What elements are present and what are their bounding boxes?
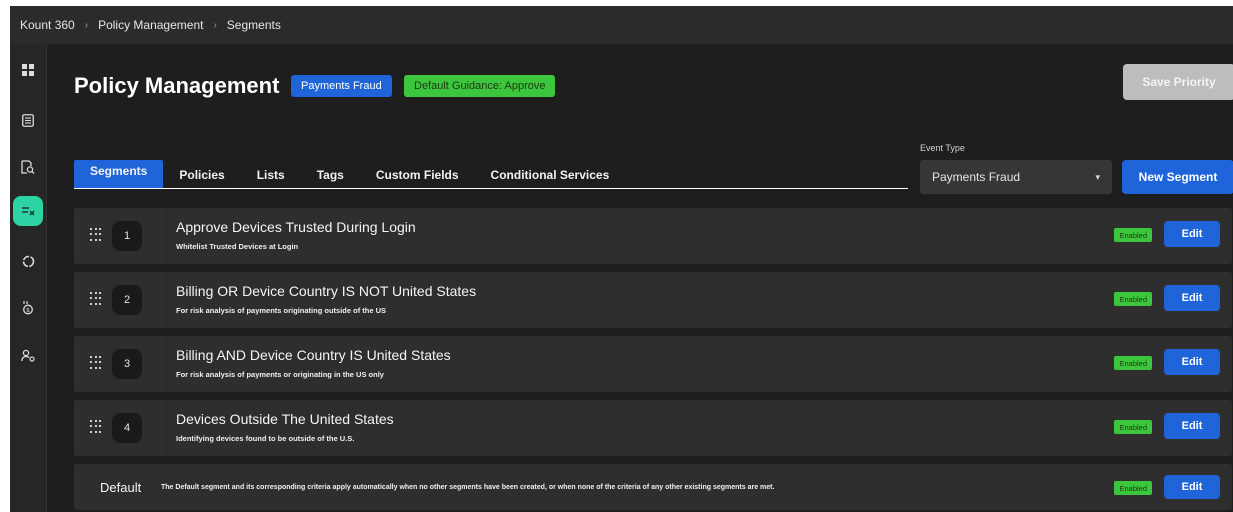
drag-dots-icon[interactable] bbox=[90, 228, 102, 242]
event-type-label: Event Type bbox=[920, 143, 965, 153]
tab-lists[interactable]: Lists bbox=[241, 162, 301, 188]
save-priority-button[interactable]: Save Priority bbox=[1123, 64, 1233, 100]
drag-handle[interactable]: 4 bbox=[74, 400, 167, 456]
tab-tags[interactable]: Tags bbox=[301, 162, 360, 188]
drag-dots-icon[interactable] bbox=[90, 420, 102, 434]
tab-policies[interactable]: Policies bbox=[163, 162, 240, 188]
default-segment-description: The Default segment and its correspondin… bbox=[161, 484, 775, 491]
edit-button[interactable]: Edit bbox=[1164, 285, 1220, 311]
chevron-down-icon: ▾ bbox=[1095, 171, 1100, 182]
segment-title: Billing AND Device Country IS United Sta… bbox=[176, 347, 451, 363]
segment-row[interactable]: 2 Billing OR Device Country IS NOT Unite… bbox=[74, 272, 1232, 328]
app-window: Kount 360 › Policy Management › Segments… bbox=[10, 6, 1233, 512]
status-badge: Enabled bbox=[1114, 420, 1152, 434]
svg-text:$: $ bbox=[26, 307, 30, 314]
drag-handle[interactable]: 2 bbox=[74, 272, 167, 328]
status-badge: Enabled bbox=[1114, 292, 1152, 306]
segment-row[interactable]: 1 Approve Devices Trusted During Login W… bbox=[74, 208, 1232, 264]
segment-title: Billing OR Device Country IS NOT United … bbox=[176, 283, 477, 299]
list-icon[interactable] bbox=[16, 108, 40, 132]
segment-row[interactable]: 4 Devices Outside The United States Iden… bbox=[74, 400, 1232, 456]
event-type-value: Payments Fraud bbox=[932, 170, 1021, 184]
tab-conditional-services[interactable]: Conditional Services bbox=[475, 162, 626, 188]
segment-description: For risk analysis of payments or origina… bbox=[176, 370, 384, 379]
breadcrumb: Kount 360 › Policy Management › Segments bbox=[10, 6, 1233, 44]
breadcrumb-kount360[interactable]: Kount 360 bbox=[10, 18, 75, 32]
segment-priority-number: 4 bbox=[112, 413, 142, 443]
main-content: Policy Management Payments Fraud Default… bbox=[46, 44, 1233, 512]
users-gear-icon[interactable] bbox=[16, 343, 40, 367]
new-segment-button[interactable]: New Segment bbox=[1122, 160, 1233, 194]
segment-priority-number: 2 bbox=[112, 285, 142, 315]
payments-fraud-badge: Payments Fraud bbox=[291, 75, 392, 97]
sidebar: $ bbox=[10, 44, 47, 512]
segment-description: Identifying devices found to be outside … bbox=[176, 434, 355, 443]
default-guidance-badge: Default Guidance: Approve bbox=[404, 75, 556, 97]
page-title: Policy Management bbox=[74, 73, 280, 98]
circle-icon[interactable] bbox=[16, 249, 40, 273]
status-badge: Enabled bbox=[1114, 356, 1152, 370]
edit-button[interactable]: Edit bbox=[1164, 349, 1220, 375]
status-badge: Enabled bbox=[1114, 228, 1152, 242]
default-segment-row[interactable]: Default The Default segment and its corr… bbox=[74, 464, 1232, 510]
segment-description: Whitelist Trusted Devices at Login bbox=[176, 242, 299, 251]
breadcrumb-policy-management[interactable]: Policy Management bbox=[98, 18, 203, 32]
segment-title: Approve Devices Trusted During Login bbox=[176, 219, 416, 235]
policy-icon[interactable] bbox=[13, 196, 43, 226]
drag-handle[interactable]: 1 bbox=[74, 208, 167, 264]
tab-segments[interactable]: Segments bbox=[74, 160, 164, 188]
segment-priority-number: 1 bbox=[112, 221, 142, 251]
edit-button[interactable]: Edit bbox=[1164, 413, 1220, 439]
money-person-icon[interactable]: $ bbox=[16, 295, 40, 319]
default-segment-label: Default bbox=[100, 480, 142, 495]
tab-bar: Segments Policies Lists Tags Custom Fiel… bbox=[74, 160, 908, 189]
segment-description: For risk analysis of payments originatin… bbox=[176, 306, 387, 315]
dashboard-icon[interactable] bbox=[16, 58, 40, 82]
status-badge: Enabled bbox=[1114, 481, 1152, 495]
event-type-select[interactable]: Payments Fraud ▾ bbox=[920, 160, 1112, 194]
tab-custom-fields[interactable]: Custom Fields bbox=[360, 162, 475, 188]
segment-title: Devices Outside The United States bbox=[176, 411, 394, 427]
search-document-icon[interactable] bbox=[16, 155, 40, 179]
breadcrumb-separator-icon: › bbox=[213, 19, 217, 31]
breadcrumb-segments: Segments bbox=[226, 18, 281, 32]
drag-dots-icon[interactable] bbox=[90, 356, 102, 370]
breadcrumb-separator-icon: › bbox=[84, 19, 89, 31]
segment-priority-number: 3 bbox=[112, 349, 142, 379]
edit-button[interactable]: Edit bbox=[1164, 221, 1220, 247]
drag-handle[interactable]: 3 bbox=[74, 336, 167, 392]
segment-row[interactable]: 3 Billing AND Device Country IS United S… bbox=[74, 336, 1232, 392]
drag-dots-icon[interactable] bbox=[90, 292, 102, 306]
edit-button[interactable]: Edit bbox=[1164, 475, 1220, 499]
